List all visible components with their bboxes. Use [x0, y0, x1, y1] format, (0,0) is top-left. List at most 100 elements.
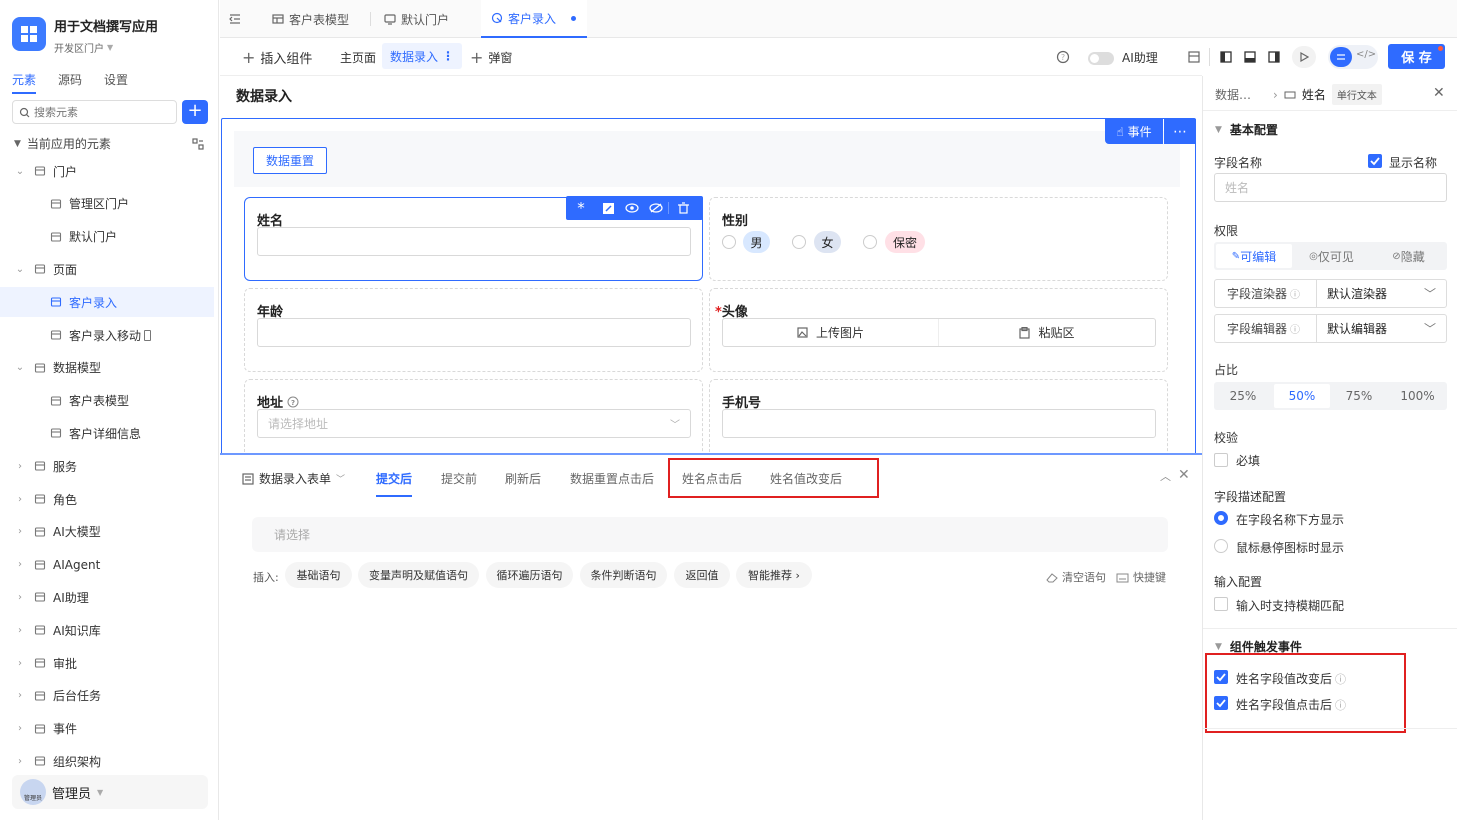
eye-icon[interactable]	[620, 203, 644, 213]
required-checkbox[interactable]	[1214, 453, 1228, 467]
more-button[interactable]: ⋯	[1164, 119, 1196, 144]
chevron-right-icon[interactable]: ›	[14, 591, 26, 603]
code-mode-button[interactable]: </>	[1356, 49, 1376, 60]
event-tab-before-submit[interactable]: 提交前	[441, 470, 477, 487]
preview-button[interactable]	[1292, 46, 1316, 68]
gender-radio-female[interactable]	[792, 235, 806, 249]
tree-item[interactable]: › AI大模型	[0, 517, 214, 547]
tree-item[interactable]: ⌄ 页面	[0, 254, 214, 284]
perm-visible[interactable]: ◎ 仅可见	[1293, 242, 1370, 270]
tree-item[interactable]: › 后台任务	[0, 681, 214, 711]
tree-item[interactable]: › AI助理	[0, 582, 214, 612]
code-select[interactable]: 请选择	[252, 517, 1168, 552]
basic-config-header[interactable]: ▼ 基本配置	[1215, 121, 1278, 138]
layout-grid-icon[interactable]	[1188, 51, 1200, 63]
chevron-right-icon[interactable]: ›	[14, 526, 26, 538]
chevron-right-icon[interactable]: ›	[14, 657, 26, 669]
perm-editable[interactable]: ✎ 可编辑	[1216, 244, 1292, 268]
shortcut-button[interactable]: 快捷键	[1116, 569, 1166, 585]
name-input[interactable]	[257, 227, 691, 256]
chevron-right-icon[interactable]: ›	[14, 493, 26, 505]
panel-left-icon[interactable]	[1220, 51, 1232, 63]
name-field-card[interactable]: 姓名 *	[244, 196, 703, 281]
main-page-tab[interactable]: 主页面	[340, 49, 376, 66]
tree-item[interactable]: ⌄ 门户	[0, 156, 214, 186]
event-tab-after-refresh[interactable]: 刷新后	[505, 470, 541, 487]
tab-customer-entry[interactable]: 客户录入	[481, 0, 587, 38]
popup-tab[interactable]: + 弹窗	[470, 48, 512, 67]
chevron-right-icon[interactable]: ›	[14, 460, 26, 472]
upload-image-button[interactable]: 上传图片	[723, 319, 939, 346]
age-input[interactable]	[257, 318, 691, 347]
gender-radio-secret[interactable]	[863, 235, 877, 249]
chip-return-value[interactable]: 返回值	[674, 562, 730, 588]
event-tab-after-submit[interactable]: 提交后	[376, 470, 413, 497]
eye-off-icon[interactable]	[644, 203, 668, 213]
event-name-change-checkbox[interactable]	[1214, 670, 1228, 684]
form-selector[interactable]: 数据录入表单 ﹀	[242, 470, 345, 487]
help-icon[interactable]: ⓘ	[1335, 671, 1346, 687]
side-tab-elements[interactable]: 元素	[12, 71, 37, 94]
ratio-50[interactable]: 50%	[1274, 384, 1330, 408]
breadcrumb-parent[interactable]: 数据…	[1215, 86, 1251, 103]
ratio-75[interactable]: 75%	[1330, 382, 1388, 410]
tree-item[interactable]: 客户详细信息	[0, 418, 214, 448]
close-icon[interactable]: ✕	[1433, 85, 1445, 101]
close-panel-icon[interactable]: ✕	[1178, 467, 1190, 483]
chip-condition-statement[interactable]: 条件判断语句	[580, 562, 667, 588]
tree-item[interactable]: 客户录入移动	[0, 320, 214, 350]
gender-option-female[interactable]: 女	[814, 231, 841, 253]
event-button[interactable]: ☝ 事件	[1105, 119, 1163, 144]
tree-item[interactable]: › 审批	[0, 648, 214, 678]
search-box[interactable]	[12, 100, 177, 124]
gender-option-secret[interactable]: 保密	[885, 231, 925, 253]
help-icon[interactable]: ⓘ	[1335, 697, 1346, 713]
gender-option-male[interactable]: 男	[743, 231, 770, 253]
address-select[interactable]: 请选择地址 ﹀	[257, 409, 691, 438]
tree-item[interactable]: 客户录入	[0, 287, 214, 318]
save-button[interactable]: 保 存	[1388, 44, 1445, 69]
user-bar[interactable]: 管理员 管理员 ▼	[12, 775, 208, 809]
tree-item[interactable]: 管理区门户	[0, 189, 214, 219]
tree-item[interactable]: › 角色	[0, 484, 214, 514]
address-field-card[interactable]: 地址 ? 请选择地址 ﹀	[244, 379, 703, 454]
chevron-down-icon[interactable]: ⌄	[14, 165, 26, 177]
show-name-checkbox[interactable]	[1368, 154, 1382, 168]
chip-loop-statement[interactable]: 循环遍历语句	[486, 562, 573, 588]
reset-button[interactable]: 数据重置	[253, 147, 327, 174]
renderer-row[interactable]: 字段渲染器 ⓘ 默认渲染器 ﹀	[1214, 279, 1447, 308]
add-element-button[interactable]: +	[182, 100, 208, 124]
tab-customer-table-model[interactable]: 客户表模型	[262, 0, 359, 38]
paste-area-button[interactable]: 粘贴区	[939, 319, 1155, 346]
avatar-field-card[interactable]: *头像 上传图片 粘贴区	[709, 288, 1168, 372]
tree-filter-icon[interactable]	[192, 137, 204, 150]
perm-hidden[interactable]: ⊘ 隐藏	[1370, 242, 1447, 270]
insert-component-button[interactable]: + 插入组件	[242, 48, 312, 67]
edit-icon[interactable]	[596, 202, 620, 215]
help-icon[interactable]: ?	[287, 396, 299, 408]
ratio-100[interactable]: 100%	[1388, 382, 1447, 410]
chevron-down-icon[interactable]: ⌄	[14, 362, 26, 374]
field-name-input[interactable]: 姓名	[1214, 173, 1447, 202]
tree-item[interactable]: › AIAgent	[0, 550, 214, 580]
tab-default-portal[interactable]: 默认门户	[380, 0, 453, 38]
phone-field-card[interactable]: 手机号	[709, 379, 1168, 454]
ai-helper-toggle[interactable]	[1088, 52, 1114, 65]
chevron-right-icon[interactable]: ›	[14, 559, 26, 571]
desc-below-radio[interactable]	[1214, 511, 1228, 525]
chevron-right-icon[interactable]: ›	[14, 723, 26, 735]
chip-variable-statement[interactable]: 变量声明及赋值语句	[358, 562, 479, 588]
tree-header[interactable]: ▼ 当前应用的元素	[14, 135, 204, 152]
tree-item[interactable]: ⌄ 数据模型	[0, 353, 214, 383]
collapse-sidebar-button[interactable]	[228, 0, 248, 38]
ratio-25[interactable]: 25%	[1214, 382, 1272, 410]
tree-item[interactable]: › 组织架构	[0, 746, 214, 776]
tree-item[interactable]: › 服务	[0, 451, 214, 481]
panel-bottom-icon[interactable]	[1244, 51, 1256, 63]
gender-field-card[interactable]: 性别 男 女 保密	[709, 197, 1168, 281]
side-tab-source[interactable]: 源码	[58, 71, 82, 88]
fuzzy-match-checkbox[interactable]	[1214, 597, 1228, 611]
desc-hover-radio[interactable]	[1214, 539, 1228, 553]
collapse-panel-icon[interactable]: ︿	[1160, 468, 1171, 484]
chip-smart-recommend[interactable]: 智能推荐 ›	[736, 562, 812, 588]
